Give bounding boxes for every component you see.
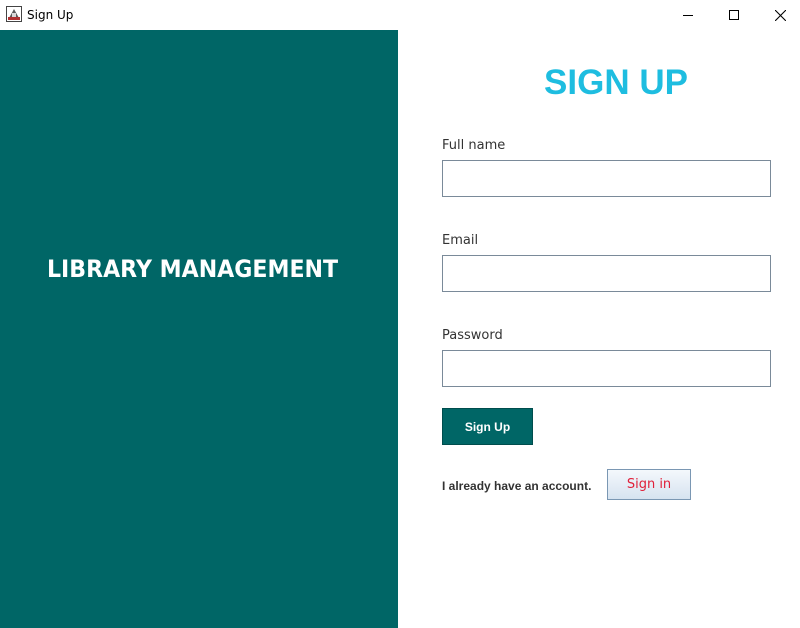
email-field[interactable] (442, 255, 771, 292)
minimize-icon (683, 15, 693, 16)
maximize-button[interactable] (711, 0, 757, 30)
sign-in-button[interactable]: Sign in (607, 469, 691, 500)
title-bar[interactable]: Sign Up (0, 0, 800, 30)
window-title: Sign Up (27, 8, 74, 22)
full-name-field[interactable] (442, 160, 771, 197)
sign-up-button[interactable]: Sign Up (442, 408, 533, 445)
password-label: Password (442, 328, 503, 343)
signup-form-panel: SIGN UP Full name Email Password Sign Up… (398, 30, 800, 628)
brand-title: Library Management (46, 255, 339, 283)
page-title: SIGN UP (544, 63, 688, 102)
close-button[interactable] (757, 0, 800, 30)
close-icon (774, 9, 786, 21)
brand-panel: Library Management (0, 30, 398, 628)
password-field[interactable] (442, 350, 771, 387)
maximize-icon (729, 10, 739, 20)
email-label: Email (442, 233, 479, 248)
full-name-label: Full name (442, 138, 506, 153)
app-icon (6, 6, 22, 22)
account-prompt: I already have an account. (442, 479, 592, 493)
signup-window: Sign Up Library Management SIGN UP Full … (0, 0, 800, 628)
minimize-button[interactable] (665, 0, 711, 30)
